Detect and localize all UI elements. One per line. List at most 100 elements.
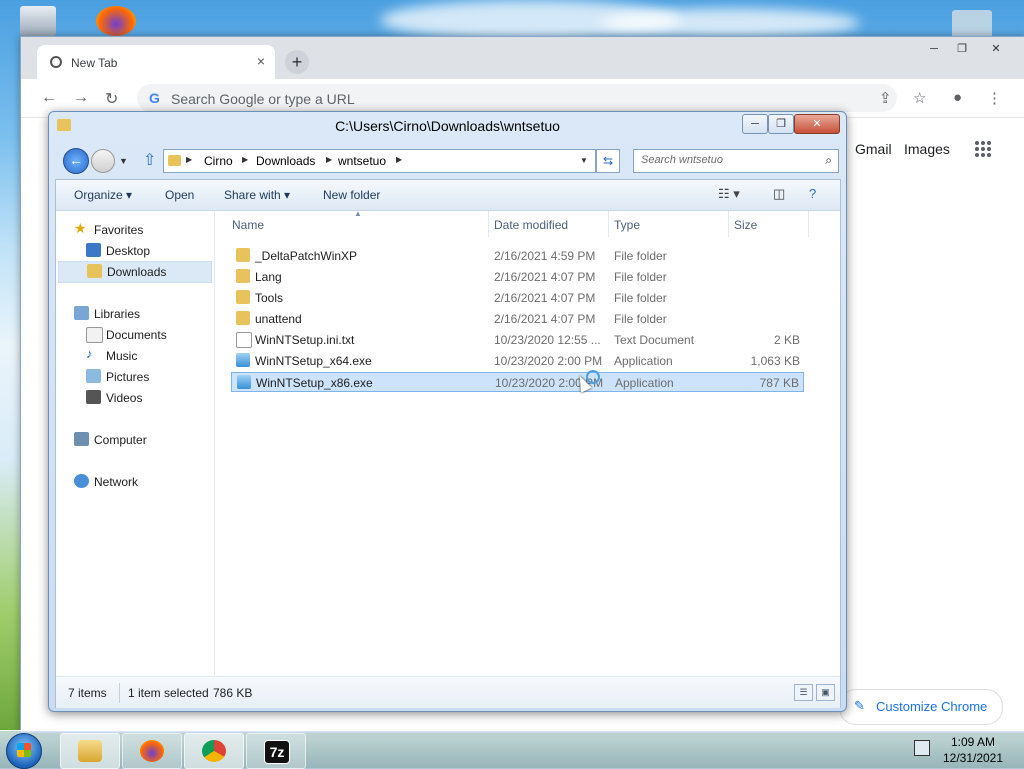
explorer-minimize-button[interactable]: ─ — [742, 114, 768, 134]
computer-icon — [74, 432, 89, 446]
clock[interactable]: 1:09 AM 12/31/2021 — [940, 734, 1006, 766]
breadcrumb-arrow-icon[interactable]: ▶ — [186, 155, 192, 164]
search-box[interactable]: Search wntsetuo ⌕ — [633, 149, 839, 173]
nav-downloads[interactable]: Downloads — [58, 261, 212, 283]
nav-computer[interactable]: Computer — [74, 430, 194, 450]
change-view-icon[interactable]: ☷ ▾ — [718, 186, 740, 202]
omnibox[interactable]: G Search Google or type a URL — [137, 84, 897, 112]
breadcrumb-cirno[interactable]: Cirno — [204, 154, 233, 168]
network-icon — [74, 474, 89, 488]
search-icon[interactable]: ⌕ — [825, 153, 832, 168]
profile-avatar-icon[interactable]: ● — [953, 89, 962, 106]
nav-favorites[interactable]: ★ Favorites — [74, 220, 194, 240]
table-row[interactable]: WinNTSetup_x64.exe 10/23/2020 2:00 PM Appl… — [231, 351, 804, 371]
address-bar[interactable]: ▶ Cirno ▶ Downloads ▶ wntsetuo ▶ ▼ — [163, 149, 596, 173]
file-type: Text Document — [614, 333, 695, 347]
downloads-folder-icon — [87, 264, 102, 278]
start-button[interactable] — [6, 733, 42, 769]
nav-desktop[interactable]: Desktop — [86, 241, 206, 261]
table-row[interactable]: _DeltaPatchWinXP 2/16/2021 4:59 PM File fo… — [231, 246, 804, 266]
images-link[interactable]: Images — [904, 141, 950, 157]
column-separator[interactable] — [808, 211, 809, 237]
nav-documents[interactable]: Documents — [86, 325, 206, 345]
breadcrumb-arrow-icon[interactable]: ▶ — [242, 155, 248, 164]
firefox-icon — [140, 740, 164, 762]
table-row[interactable]: Tools 2/16/2021 4:07 PM File folder — [231, 288, 804, 308]
breadcrumb-arrow-icon[interactable]: ▶ — [326, 155, 332, 164]
libraries-icon — [74, 306, 89, 320]
explorer-maximize-button[interactable]: ❐ — [768, 114, 794, 134]
apps-grid-icon[interactable] — [974, 140, 992, 158]
new-tab-button[interactable]: + — [285, 50, 309, 74]
address-dropdown-icon[interactable]: ▼ — [580, 156, 588, 165]
table-row[interactable]: WinNTSetup.ini.txt 10/23/2020 12:55 ... Te… — [231, 330, 804, 350]
star-icon: ★ — [74, 220, 87, 236]
explorer-close-button[interactable]: ✕ — [794, 114, 840, 134]
organize-button[interactable]: Organize ▾ — [74, 188, 132, 202]
navigation-pane: ★ Favorites Desktop Downloads Libraries … — [56, 211, 215, 675]
recycle-bin-icon[interactable] — [20, 6, 56, 36]
maximize-button[interactable]: ❐ — [949, 41, 975, 57]
file-date: 2/16/2021 4:07 PM — [494, 270, 596, 284]
breadcrumb-arrow-icon[interactable]: ▶ — [396, 155, 402, 164]
window-title: C:\Users\Cirno\Downloads\wntsetuo — [335, 118, 560, 134]
open-button[interactable]: Open — [165, 188, 194, 202]
customize-chrome-button[interactable]: ✎ Customize Chrome — [839, 689, 1003, 725]
gmail-link[interactable]: Gmail — [855, 141, 892, 157]
forward-icon[interactable]: → — [73, 89, 89, 107]
tab-close-icon[interactable]: × — [257, 53, 265, 69]
file-name: unattend — [255, 312, 302, 326]
file-name: Tools — [255, 291, 284, 305]
recent-pages-dropdown-icon[interactable]: ▼ — [119, 156, 128, 166]
file-type: File folder — [614, 312, 667, 326]
help-icon[interactable]: ? — [809, 186, 816, 201]
exe-icon — [236, 353, 250, 367]
nav-pictures[interactable]: Pictures — [86, 367, 206, 387]
nav-music[interactable]: ♪ Music — [86, 346, 206, 366]
firefox-desktop-icon[interactable] — [96, 6, 136, 36]
table-row[interactable]: Lang 2/16/2021 4:07 PM File folder — [231, 267, 804, 287]
taskbar-7zip[interactable]: 7z — [246, 733, 306, 769]
breadcrumb-wntsetuo[interactable]: wntsetuo — [338, 154, 386, 168]
menu-kebab-icon[interactable]: ⋮ — [987, 89, 1002, 107]
file-type: File folder — [614, 270, 667, 284]
explorer-folder-icon — [78, 740, 102, 762]
share-with-button[interactable]: Share with ▾ — [224, 188, 290, 202]
nav-network[interactable]: Network — [74, 472, 194, 492]
taskbar-chrome[interactable] — [184, 733, 244, 769]
network-tray-icon[interactable] — [914, 740, 930, 756]
table-row[interactable]: WinNTSetup_x86.exe 10/23/2020 2:00 PM Appl… — [231, 372, 804, 392]
up-arrow-icon[interactable]: ⇧ — [143, 150, 156, 170]
forward-button[interactable] — [91, 149, 115, 173]
taskbar-firefox[interactable] — [122, 733, 182, 769]
breadcrumb-downloads[interactable]: Downloads — [256, 154, 315, 168]
taskbar-explorer[interactable] — [60, 733, 120, 769]
column-header-name[interactable]: Name ▲ — [216, 209, 488, 237]
chrome-taskbar-icon — [202, 740, 226, 762]
busy-indicator-icon — [586, 370, 600, 384]
selection-size: 786 KB — [213, 686, 253, 700]
nav-videos[interactable]: Videos — [86, 388, 206, 408]
column-header-type[interactable]: Type — [609, 211, 727, 237]
column-header-size[interactable]: Size — [729, 211, 809, 237]
preview-pane-icon[interactable]: ◫ — [773, 186, 785, 202]
nav-libraries[interactable]: Libraries — [74, 304, 194, 324]
minimize-button[interactable]: ─ — [921, 41, 947, 57]
column-header-date[interactable]: Date modified — [489, 211, 607, 237]
close-button[interactable]: ✕ — [983, 41, 1009, 57]
pictures-icon — [86, 369, 101, 383]
refresh-button[interactable]: ⇆ — [596, 149, 620, 173]
new-folder-button[interactable]: New folder — [323, 188, 380, 202]
large-icons-view-icon[interactable]: ▣ — [816, 684, 835, 701]
folder-icon — [236, 290, 250, 304]
bookmark-star-icon[interactable]: ☆ — [913, 89, 926, 107]
7zip-icon: 7z — [264, 740, 290, 764]
table-row[interactable]: unattend 2/16/2021 4:07 PM File folder — [231, 309, 804, 329]
details-view-icon[interactable]: ☰ — [794, 684, 813, 701]
reload-icon[interactable]: ↻ — [105, 89, 118, 109]
back-icon[interactable]: ← — [41, 89, 57, 107]
music-icon: ♪ — [86, 346, 93, 361]
tab-new-tab[interactable]: New Tab × — [37, 45, 275, 79]
back-button[interactable]: ← — [63, 148, 89, 174]
share-icon[interactable]: ⇪ — [879, 89, 892, 107]
